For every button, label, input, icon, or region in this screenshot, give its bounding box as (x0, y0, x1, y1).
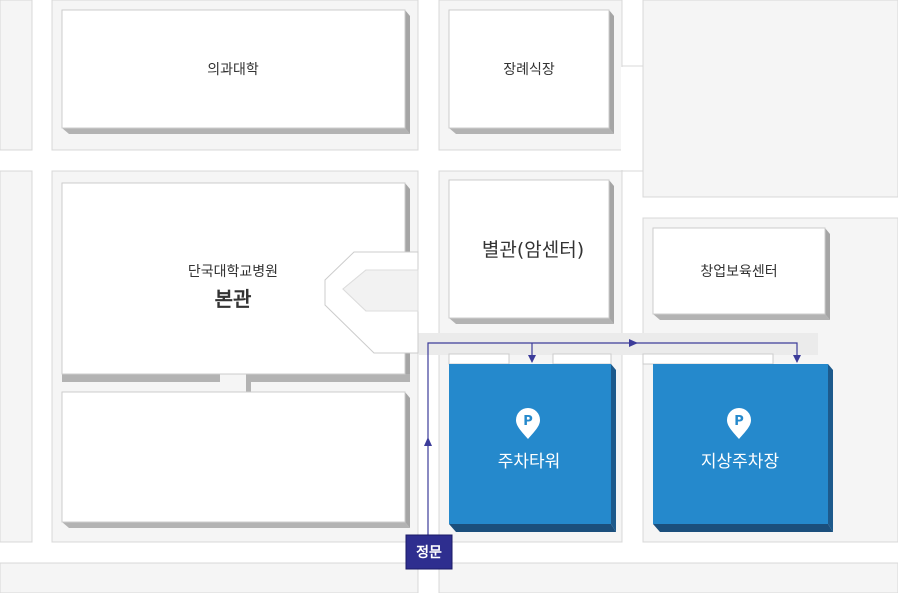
building-subtitle-hospital-main: 단국대학교병원 (188, 264, 278, 280)
road-notch (621, 65, 644, 172)
building-label-medical-college: 의과대학 (207, 62, 259, 78)
building-hospital-main[interactable]: 단국대학교병원 본관 (61, 182, 419, 392)
parking-pin-letter: P (523, 414, 533, 429)
building-label-funeral-hall: 장례식장 (503, 62, 555, 78)
building-funeral-hall[interactable]: 장례식장 (448, 9, 614, 134)
main-gate-label: 정문 (416, 544, 442, 561)
building-title-hospital-main: 본관 (215, 287, 252, 311)
building-label-childcare-center: 창업보육센터 (700, 264, 777, 280)
parking-label-tower: 주차타워 (498, 452, 561, 472)
building-annex[interactable]: 별관(암센터) (448, 179, 614, 324)
campus-map: 의과대학 장례식장 단국대학교병원 본관 별관(암센터) 창업보육센터 P 주차… (0, 0, 898, 593)
building-label-annex: 별관(암센터) (482, 239, 584, 261)
building-hospital-lower[interactable] (61, 391, 410, 528)
parking-tower[interactable]: P 주차타워 (449, 364, 616, 532)
parking-pin-letter: P (734, 414, 744, 429)
driveway-strip (418, 333, 818, 355)
parking-label-ground: 지상주차장 (701, 452, 780, 472)
ground-parking[interactable]: P 지상주차장 (653, 364, 833, 532)
building-childcare-center[interactable]: 창업보육센터 (652, 227, 830, 320)
building-medical-college[interactable]: 의과대학 (61, 9, 410, 134)
main-gate-marker[interactable]: 정문 (405, 534, 453, 570)
